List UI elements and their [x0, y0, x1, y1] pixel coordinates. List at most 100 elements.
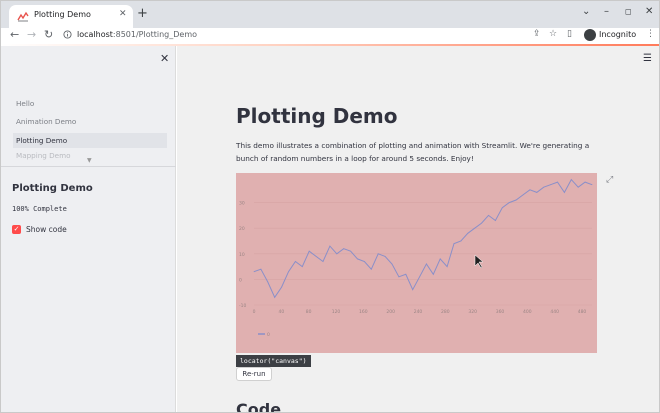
data-point: [446, 266, 448, 267]
data-point: [274, 296, 276, 298]
y-tick-label: 20: [239, 226, 245, 232]
data-point: [529, 189, 531, 191]
new-tab-icon[interactable]: +: [137, 7, 148, 21]
data-point: [350, 250, 351, 252]
data-point: [398, 276, 400, 278]
data-point: [577, 186, 579, 188]
data-point: [515, 199, 517, 201]
data-point: [543, 186, 545, 188]
nav-expand-chevron-icon[interactable]: ▼: [87, 157, 92, 164]
tab-title: Plotting Demo: [34, 10, 91, 19]
data-point: [439, 258, 441, 260]
close-window-icon[interactable]: ✕: [645, 6, 653, 17]
data-point: [308, 250, 310, 252]
progress-text: 100% Complete: [12, 205, 67, 213]
fullscreen-expand-icon[interactable]: ⤢: [606, 175, 613, 185]
browser-toolbar: ← → ↻ localhost:8501/Plotting_Demo ⇪ ☆ ▯…: [1, 28, 659, 44]
show-code-checkbox[interactable]: ✓: [12, 225, 21, 234]
profile-label: Incognito: [599, 30, 637, 39]
sidebar-close-icon[interactable]: ✕: [160, 52, 169, 65]
maximize-icon[interactable]: ◻: [625, 7, 632, 16]
sidebar-divider: [1, 166, 176, 167]
y-tick-label: 30: [239, 201, 245, 207]
data-point: [536, 191, 538, 193]
data-point: [336, 253, 338, 255]
y-tick-label: -10: [239, 303, 246, 309]
data-point: [363, 261, 365, 262]
bookmark-star-icon[interactable]: ☆: [549, 29, 557, 39]
data-point: [426, 263, 427, 265]
data-point: [460, 240, 462, 242]
data-point: [481, 222, 483, 224]
data-point: [301, 266, 303, 267]
data-point: [419, 276, 420, 278]
hamburger-menu-icon[interactable]: ☰: [643, 53, 652, 64]
browser-window: Plotting Demo ✕ + ⌄ – ◻ ✕ ← → ↻ localhos…: [0, 0, 660, 413]
data-point: [370, 268, 372, 270]
data-point: [294, 261, 296, 262]
data-point: [570, 179, 572, 180]
back-icon[interactable]: ←: [10, 28, 19, 42]
data-point: [467, 232, 469, 234]
rerun-button[interactable]: Re-run: [236, 367, 272, 381]
x-tick-label: 360: [496, 309, 505, 315]
data-point: [281, 286, 282, 288]
side-panel-icon[interactable]: ▯: [567, 29, 572, 39]
x-tick-label: 480: [578, 309, 587, 315]
incognito-icon[interactable]: [584, 29, 596, 41]
data-point: [564, 191, 565, 193]
data-point: [550, 184, 552, 186]
tab-close-icon[interactable]: ✕: [119, 9, 127, 19]
data-point: [357, 258, 358, 260]
data-point: [329, 245, 331, 247]
data-point: [384, 255, 386, 257]
x-tick-label: 320: [468, 309, 477, 315]
data-point: [391, 263, 393, 265]
data-point: [267, 281, 269, 283]
data-point: [584, 181, 586, 183]
sidebar-item-animation-demo[interactable]: Animation Demo: [13, 114, 167, 129]
minimize-icon[interactable]: –: [604, 6, 609, 17]
forward-icon[interactable]: →: [27, 28, 36, 42]
data-point: [474, 227, 476, 229]
data-point: [405, 273, 407, 275]
tab-search-icon[interactable]: ⌄: [582, 6, 590, 17]
main-content: ☰ Plotting Demo This demo illustrates a …: [177, 46, 659, 413]
x-tick-label: 400: [523, 309, 532, 315]
x-tick-label: 0: [253, 309, 256, 315]
code-heading: Code: [236, 400, 282, 413]
line-chart[interactable]: -10 0 10 20 30 0 40 80 120 160 200 240 280 320 360 400 4…: [236, 173, 597, 353]
intro-text: This demo illustrates a combination of p…: [236, 141, 590, 163]
y-tick-label: 10: [239, 252, 245, 258]
data-point: [508, 202, 510, 203]
data-point: [557, 181, 558, 183]
x-tick-label: 440: [550, 309, 559, 315]
chart-canvas[interactable]: -10 0 10 20 30 0 40 80 120 160 200 240 280 320 360 400 4…: [236, 173, 597, 353]
share-icon[interactable]: ⇪: [533, 29, 541, 39]
reload-icon[interactable]: ↻: [44, 28, 53, 42]
browser-tab[interactable]: Plotting Demo ✕: [9, 5, 133, 28]
locator-tooltip: locator("canvas"): [236, 355, 311, 367]
x-tick-label: 80: [306, 309, 312, 315]
x-tick-label: 40: [278, 309, 284, 315]
address-bar[interactable]: localhost:8501/Plotting_Demo: [77, 30, 197, 39]
sidebar-title: Plotting Demo: [12, 183, 93, 194]
data-point: [315, 255, 317, 257]
sidebar-item-hello[interactable]: Hello: [13, 96, 167, 111]
sidebar-item-plotting-demo[interactable]: Plotting Demo: [13, 133, 167, 148]
data-point: [288, 271, 289, 273]
y-tick-label: 0: [239, 277, 242, 283]
data-point: [412, 289, 414, 291]
url-host: localhost: [77, 30, 113, 39]
site-info-icon[interactable]: [63, 30, 72, 39]
browser-menu-icon[interactable]: ⋮: [646, 29, 655, 39]
sidebar: ✕ Hello Animation Demo Plotting Demo Map…: [1, 46, 176, 412]
data-point: [591, 184, 593, 186]
data-point: [343, 248, 345, 250]
chart-favicon-icon: [17, 11, 29, 22]
show-code-label[interactable]: Show code: [26, 225, 67, 234]
x-tick-label: 160: [359, 309, 368, 315]
data-point: [495, 220, 496, 221]
tab-strip: Plotting Demo ✕ + ⌄ – ◻ ✕: [1, 1, 659, 28]
data-point: [488, 215, 489, 216]
